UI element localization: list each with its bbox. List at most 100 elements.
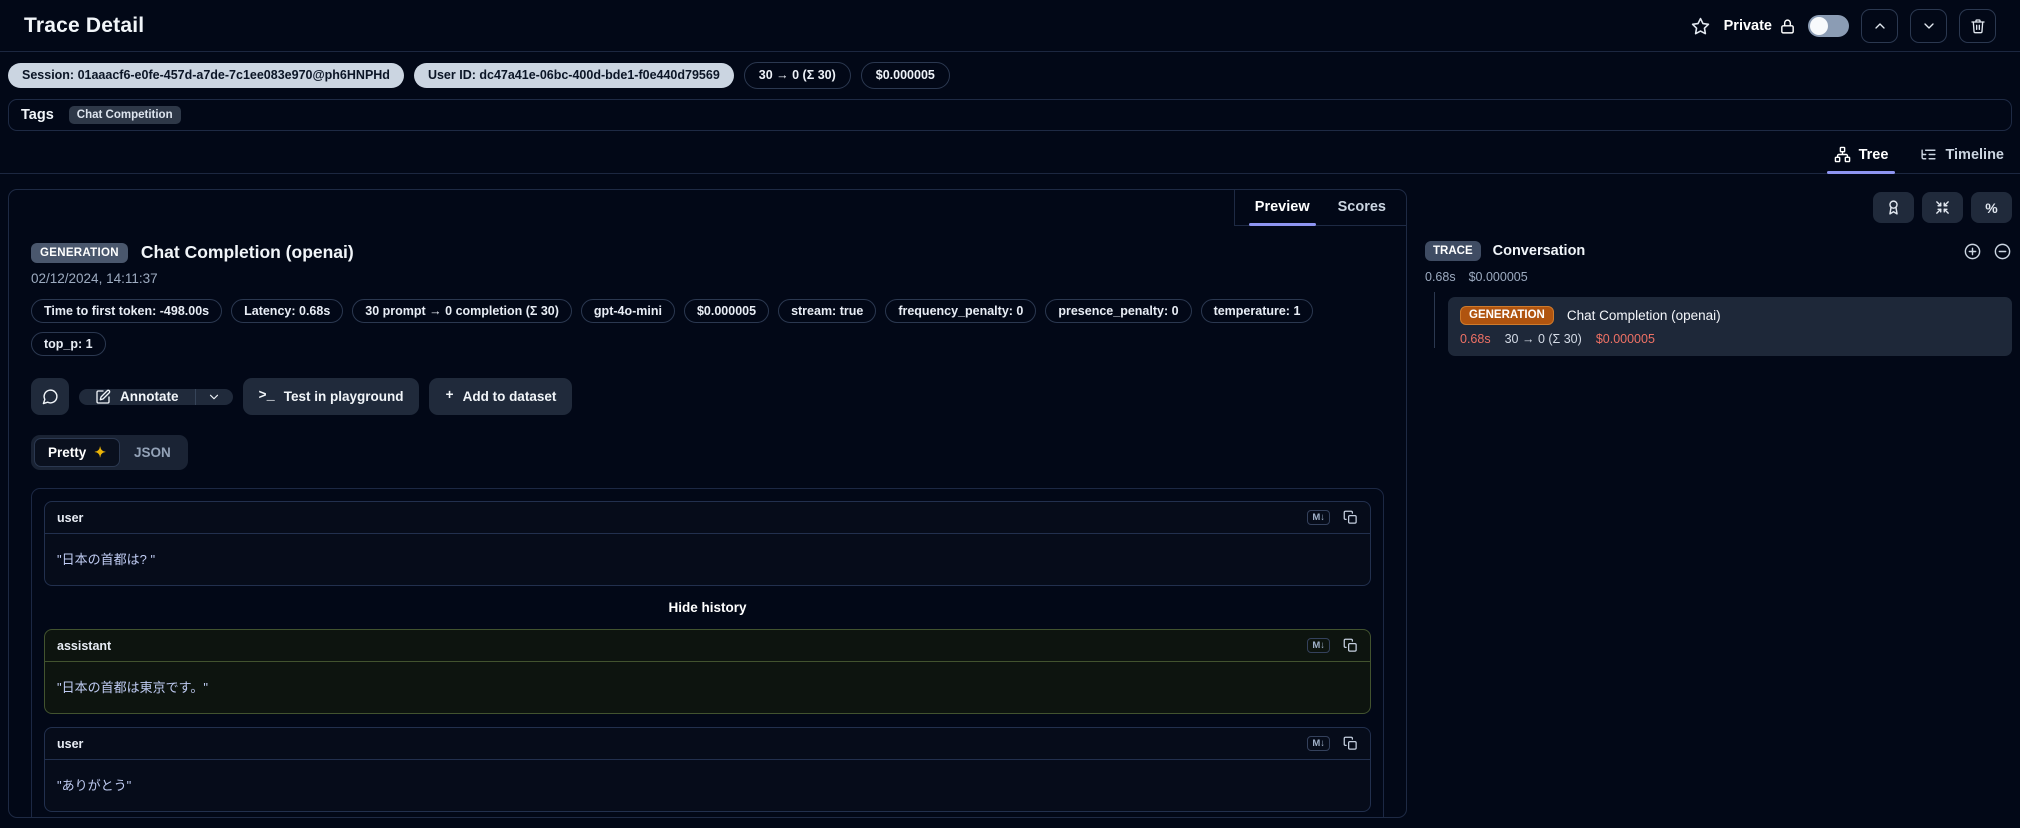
actions-row: Annotate >_ Test in playground + Add to … xyxy=(31,378,1384,415)
tag-chat-competition[interactable]: Chat Competition xyxy=(68,106,181,124)
header-divider xyxy=(0,51,2020,52)
content-area: Preview Scores GENERATION Chat Completio… xyxy=(8,189,2012,828)
messages-container: user M↓ "日本の首都は? " Hide history assistan… xyxy=(31,488,1384,817)
collapse-all-icon[interactable] xyxy=(1993,242,2012,261)
privacy-label: Private xyxy=(1723,18,1772,34)
award-icon xyxy=(1885,199,1902,216)
format-pretty-label: Pretty xyxy=(48,445,87,460)
lock-icon xyxy=(1779,18,1796,35)
tab-preview[interactable]: Preview xyxy=(1248,199,1316,226)
previous-trace-button[interactable] xyxy=(1861,9,1898,43)
sparkles-icon: ✦ xyxy=(94,444,106,460)
add-to-dataset-button[interactable]: + Add to dataset xyxy=(429,378,573,415)
test-in-playground-label: Test in playground xyxy=(283,389,404,404)
tree-expand-controls xyxy=(1963,242,2012,261)
collapse-icon xyxy=(1934,199,1951,216)
observation-header: GENERATION Chat Completion (openai) xyxy=(31,242,1384,263)
markdown-toggle-icon[interactable]: M↓ xyxy=(1307,638,1330,653)
format-toggle: Pretty ✦ JSON xyxy=(31,435,188,470)
tab-tree-label: Tree xyxy=(1858,146,1889,163)
message-content: "ありがとう" xyxy=(57,778,132,793)
message-role: user xyxy=(57,736,84,751)
tree-node-header: GENERATION Chat Completion (openai) xyxy=(1460,306,2000,325)
metric-cost: $0.000005 xyxy=(683,299,770,323)
generation-node-badge: GENERATION xyxy=(1460,306,1554,325)
view-mode-tabs: Tree Timeline xyxy=(0,135,2020,174)
trace-root-metrics: 0.68s $0.000005 xyxy=(1425,270,2012,284)
tab-timeline[interactable]: Timeline xyxy=(1918,135,2006,173)
delete-trace-button[interactable] xyxy=(1959,9,1996,43)
chat-bubble-icon xyxy=(42,388,59,405)
show-scores-button[interactable] xyxy=(1873,192,1914,223)
annotate-dropdown-button[interactable] xyxy=(196,389,233,405)
metric-temperature: temperature: 1 xyxy=(1200,299,1314,323)
bookmark-star-button[interactable] xyxy=(1689,15,1712,38)
toggle-knob xyxy=(1810,17,1828,35)
privacy-status: Private xyxy=(1724,18,1796,35)
message-role: assistant xyxy=(57,638,112,653)
copy-icon[interactable] xyxy=(1343,510,1358,525)
message-header-icons: M↓ xyxy=(1307,638,1358,653)
generation-type-badge: GENERATION xyxy=(31,242,128,263)
tab-tree[interactable]: Tree xyxy=(1826,135,1896,174)
session-badge[interactable]: Session: 01aaacf6-e0fe-457d-a7de-7c1ee08… xyxy=(8,63,404,88)
trace-root-row: TRACE Conversation xyxy=(1425,241,2012,261)
message-header: user M↓ xyxy=(45,728,1370,760)
trace-type-badge: TRACE xyxy=(1425,241,1481,261)
tree-node-generation[interactable]: GENERATION Chat Completion (openai) 0.68… xyxy=(1448,297,2012,356)
message-assistant: assistant M↓ "日本の首都は東京です。" xyxy=(44,629,1371,714)
node-token-usage: 30 → 0 (Σ 30) xyxy=(1504,332,1582,346)
metric-token-usage: 30 prompt → 0 completion (Σ 30) xyxy=(352,299,572,323)
page-title: Trace Detail xyxy=(24,14,145,37)
message-content: "日本の首都は東京です。" xyxy=(57,680,208,695)
star-icon xyxy=(1691,17,1710,36)
markdown-toggle-icon[interactable]: M↓ xyxy=(1307,510,1330,525)
chevron-up-icon xyxy=(1872,18,1888,34)
tree-icon xyxy=(1834,146,1851,163)
trace-title[interactable]: Conversation xyxy=(1493,243,1586,259)
message-user-2: user M↓ "ありがとう" xyxy=(44,727,1371,812)
format-pretty-button[interactable]: Pretty ✦ xyxy=(34,438,120,467)
hide-history-button[interactable]: Hide history xyxy=(44,600,1371,615)
collapse-all-button[interactable] xyxy=(1922,192,1963,223)
metric-badge-row: Time to first token: -498.00s Latency: 0… xyxy=(31,299,1384,356)
plus-icon: + xyxy=(445,389,454,404)
timeline-icon xyxy=(1920,146,1937,163)
next-trace-button[interactable] xyxy=(1910,9,1947,43)
markdown-toggle-icon[interactable]: M↓ xyxy=(1307,736,1330,751)
comments-button[interactable] xyxy=(31,378,69,415)
trash-icon xyxy=(1970,18,1986,34)
user-id-badge[interactable]: User ID: dc47a41e-06bc-400d-bde1-f0e440d… xyxy=(413,63,734,88)
add-to-dataset-label: Add to dataset xyxy=(462,389,557,404)
message-header-icons: M↓ xyxy=(1307,736,1358,751)
copy-icon[interactable] xyxy=(1343,736,1358,751)
meta-badge-row: Session: 01aaacf6-e0fe-457d-a7de-7c1ee08… xyxy=(8,62,2012,89)
show-percentages-button[interactable]: % xyxy=(1971,192,2012,223)
test-in-playground-button[interactable]: >_ Test in playground xyxy=(242,378,420,415)
trace-detail-page: Trace Detail Private Session: 01aaacf6-e… xyxy=(0,0,2020,828)
message-content: "日本の首都は? " xyxy=(57,552,156,567)
observation-detail-card: Preview Scores GENERATION Chat Completio… xyxy=(8,189,1407,818)
panel-tabs: Preview Scores xyxy=(1233,190,1406,226)
tags-label: Tags xyxy=(21,107,54,123)
format-json-button[interactable]: JSON xyxy=(120,438,185,467)
message-user-1: user M↓ "日本の首都は? " xyxy=(44,501,1371,586)
node-latency: 0.68s xyxy=(1460,332,1491,346)
metric-model: gpt-4o-mini xyxy=(580,299,675,323)
observation-body: GENERATION Chat Completion (openai) 02/1… xyxy=(9,226,1406,817)
annotate-button[interactable]: Annotate xyxy=(79,389,195,405)
tab-scores[interactable]: Scores xyxy=(1338,199,1386,215)
top-bar-actions: Private xyxy=(1689,9,1996,43)
annotate-split-button: Annotate xyxy=(79,388,233,405)
tree-children: GENERATION Chat Completion (openai) 0.68… xyxy=(1425,292,2012,356)
metric-latency: Latency: 0.68s xyxy=(231,299,344,323)
expand-all-icon[interactable] xyxy=(1963,242,1982,261)
metric-presence-penalty: presence_penalty: 0 xyxy=(1045,299,1192,323)
message-header: assistant M↓ xyxy=(45,630,1370,662)
tags-container: Tags Chat Competition xyxy=(8,99,2012,131)
token-usage-badge: 30 → 0 (Σ 30) xyxy=(743,62,851,89)
tree-toolbar: % xyxy=(1425,192,2012,223)
public-sharing-toggle[interactable] xyxy=(1808,15,1849,37)
generation-node-title: Chat Completion (openai) xyxy=(1566,308,1721,323)
copy-icon[interactable] xyxy=(1343,638,1358,653)
